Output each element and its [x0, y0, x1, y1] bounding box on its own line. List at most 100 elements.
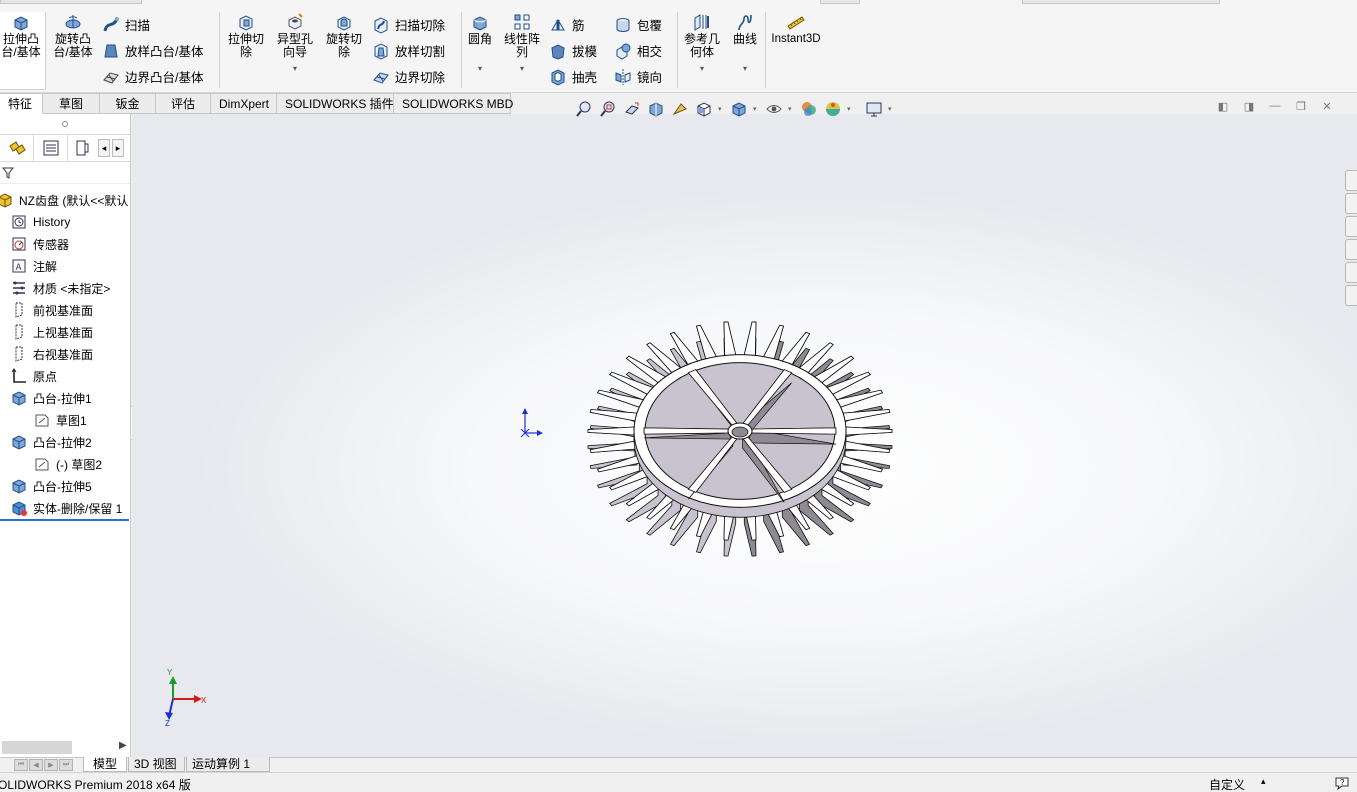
fillet-button[interactable]: 圆角 ▾ [464, 12, 496, 75]
unit-system-selector[interactable]: 自定义 [1209, 776, 1245, 792]
tree-item[interactable]: 传感器 [10, 233, 69, 255]
tree-item[interactable]: A 注解 [10, 255, 57, 277]
tree-item[interactable]: 凸台-拉伸2 [10, 431, 92, 453]
task-pane-library-tab[interactable] [1345, 216, 1357, 237]
view-settings-button[interactable] [864, 99, 884, 119]
tab-property-manager[interactable] [34, 135, 68, 161]
minimize-icon[interactable]: — [1267, 100, 1283, 114]
tab-3d-views[interactable]: 3D 视图 [128, 757, 185, 772]
tab-solidworks-mbd[interactable]: SOLIDWORKS MBD [394, 93, 513, 114]
prev-tab-icon[interactable]: ◀ [29, 759, 43, 771]
task-pane-home-tab[interactable] [1345, 170, 1357, 191]
tree-filter[interactable] [0, 162, 130, 184]
view-orientation-dropdown[interactable]: ▾ [718, 105, 725, 113]
tab-evaluate[interactable]: 评估 [156, 93, 211, 114]
tree-item[interactable]: 草图1 [33, 409, 87, 431]
task-pane-resources-tab[interactable] [1345, 193, 1357, 214]
unit-system-caret[interactable]: ▴ [1261, 776, 1266, 787]
curves-button[interactable]: 曲线 ▾ [728, 12, 762, 75]
extrude-feature-icon [12, 435, 26, 450]
apply-scene-dropdown[interactable]: ▾ [847, 105, 854, 113]
tab-dimxpert[interactable]: DimXpert [211, 93, 277, 114]
mirror-button[interactable]: 镜向 [614, 67, 662, 86]
next-tab-icon[interactable]: ▶ [44, 759, 58, 771]
tree-item[interactable]: 原点 [10, 365, 57, 387]
panel-horizontal-scrollbar[interactable] [2, 741, 72, 754]
zoom-to-fit-button[interactable] [574, 99, 594, 119]
curves-dropdown[interactable]: ▾ [743, 62, 747, 75]
revolve-boss-button[interactable]: 旋转凸 台/基体 [50, 12, 96, 59]
boundary-boss-button[interactable]: 边界凸台/基体 [102, 67, 203, 86]
hole-wizard-dropdown[interactable]: ▾ [293, 62, 297, 75]
tree-item[interactable]: 材质 <未指定> [10, 277, 110, 299]
wrap-button[interactable]: 包覆 [614, 15, 662, 34]
view-settings-dropdown[interactable]: ▾ [888, 105, 895, 113]
scroll-right-arrow[interactable]: ▶ [119, 740, 127, 751]
boundary-cut-button[interactable]: 边界切除 [372, 67, 445, 86]
tree-item[interactable]: 凸台-拉伸1 [10, 387, 92, 409]
display-style-button[interactable] [729, 99, 749, 119]
help-icon[interactable]: ? [1334, 775, 1350, 792]
tab-sketch[interactable]: 草图 [43, 93, 100, 114]
task-pane-explorer-tab[interactable] [1345, 239, 1357, 260]
instant3d-button[interactable]: Instant3D [768, 12, 824, 46]
previous-view-button[interactable] [622, 99, 642, 119]
display-style-dropdown[interactable]: ▾ [753, 105, 760, 113]
hide-show-items-button[interactable] [764, 99, 784, 119]
tree-item[interactable]: 实体-删除/保留 1 [10, 497, 122, 519]
tab-feature-tree[interactable] [0, 135, 34, 161]
loft-cut-button[interactable]: 放样切割 [372, 41, 445, 60]
draft-button[interactable]: 拔模 [549, 41, 597, 60]
edit-appearance-button[interactable] [799, 99, 819, 119]
linear-pattern-dropdown[interactable]: ▾ [520, 62, 524, 75]
loft-boss-button[interactable]: 放样凸台/基体 [102, 41, 203, 60]
task-pane-properties-tab[interactable] [1345, 285, 1357, 306]
restore-right-icon[interactable]: ◨ [1241, 100, 1257, 114]
tree-item[interactable]: (-) 草图2 [33, 453, 102, 475]
graphics-area[interactable]: Y X Z [132, 114, 1357, 757]
first-tab-icon[interactable]: ⏮ [14, 759, 28, 771]
last-tab-icon[interactable]: ⏭ [59, 759, 73, 771]
restore-left-icon[interactable]: ◧ [1215, 100, 1231, 114]
view-orientation-button[interactable] [694, 99, 714, 119]
fillet-dropdown[interactable]: ▾ [478, 62, 482, 75]
tab-sheet-metal[interactable]: 钣金 [100, 93, 156, 114]
linear-pattern-button[interactable]: 线性阵 列 ▾ [501, 12, 543, 75]
tab-motion-study-1[interactable]: 运动算例 1 [186, 757, 270, 772]
tree-item[interactable]: 凸台-拉伸5 [10, 475, 92, 497]
apply-scene-button[interactable] [823, 99, 843, 119]
panel-grip[interactable] [0, 114, 130, 134]
tree-item[interactable]: History [10, 211, 70, 233]
tab-solidworks-addins[interactable]: SOLIDWORKS 插件 [277, 93, 394, 114]
model-canvas[interactable]: Y X Z [132, 114, 1357, 757]
task-pane-appearance-tab[interactable] [1345, 262, 1357, 283]
shell-button[interactable]: 抽壳 [549, 67, 597, 86]
intersect-button[interactable]: 相交 [614, 41, 662, 60]
section-view-button[interactable] [646, 99, 666, 119]
tab-features[interactable]: 特征 [0, 93, 43, 114]
panel-tabs-scroll-right[interactable]: ▸ [112, 139, 124, 157]
extrude-boss-button[interactable]: 拉伸凸 台/基体 [0, 12, 46, 90]
tree-root[interactable]: NZ齿盘 (默认<<默认 [0, 189, 128, 211]
tree-item[interactable]: 上视基准面 [10, 321, 93, 343]
close-icon[interactable]: ✕ [1319, 100, 1335, 114]
reference-geometry-dropdown[interactable]: ▾ [700, 62, 704, 75]
rib-button[interactable]: 筋 [549, 15, 585, 34]
tree-item[interactable]: 右视基准面 [10, 343, 93, 365]
tab-model[interactable]: 模型 [83, 757, 127, 772]
tab-configuration-manager[interactable] [68, 135, 96, 161]
extrude-cut-button[interactable]: 拉伸切 除 [223, 12, 269, 59]
hide-show-dropdown[interactable]: ▾ [788, 105, 795, 113]
reference-geometry-button[interactable]: 参考几 何体 ▾ [680, 12, 724, 75]
tree-item[interactable]: 前视基准面 [10, 299, 93, 321]
zoom-to-area-button[interactable] [598, 99, 618, 119]
hole-wizard-button[interactable]: 异型孔 向导 ▾ [273, 12, 317, 75]
tree-item-label: 上视基准面 [33, 325, 94, 340]
panel-tabs-scroll-left[interactable]: ◂ [98, 139, 110, 157]
maximize-icon[interactable]: ❐ [1293, 100, 1309, 114]
sweep-button[interactable]: 扫描 [102, 15, 150, 34]
gear-model[interactable] [587, 321, 893, 557]
sweep-cut-button[interactable]: 扫描切除 [372, 15, 445, 34]
dynamic-annotation-button[interactable] [670, 99, 690, 119]
revolve-cut-button[interactable]: 旋转切 除 [321, 12, 367, 59]
